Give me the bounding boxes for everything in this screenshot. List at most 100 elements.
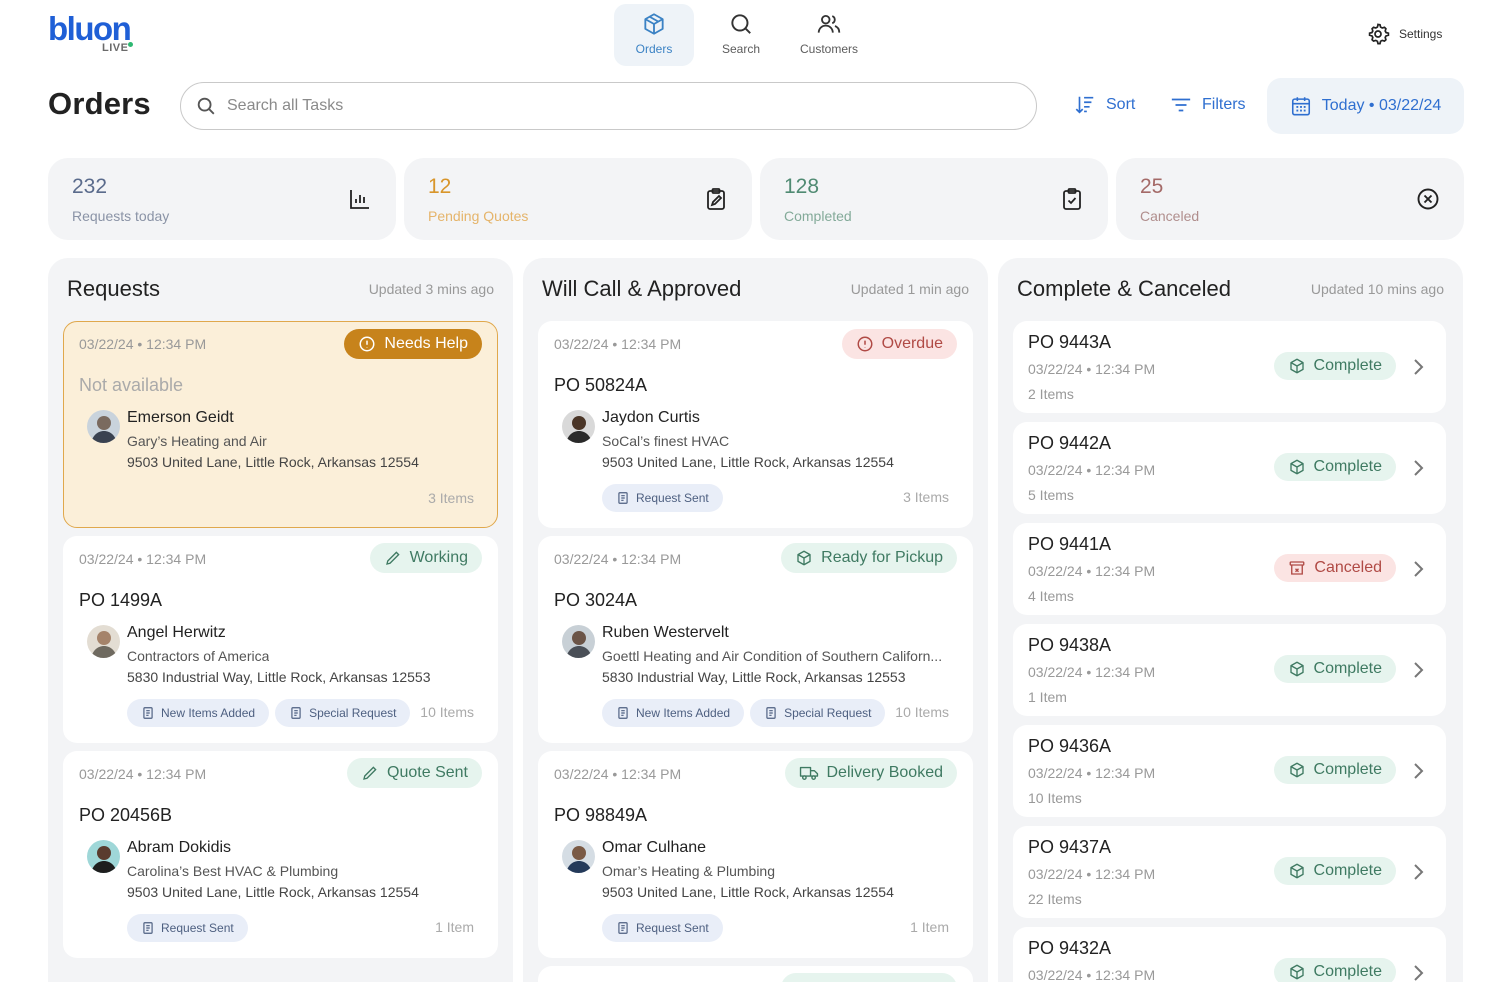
status-badge-overdue: Overdue: [841, 329, 957, 359]
clipboard-check-icon: [1063, 188, 1081, 210]
order-card[interactable]: 03/22/24 • 12:34 PM Ready for Pickup PO …: [538, 536, 973, 743]
request-card[interactable]: 03/22/24 • 12:34 PM Needs Help Not avail…: [63, 321, 498, 528]
status-badge-complete: Complete: [1273, 756, 1396, 784]
po-number: PO 9437A: [1028, 837, 1112, 857]
customer-address: 9503 United Lane, Little Rock, Arkansas …: [127, 454, 419, 470]
card-timestamp: 03/22/24 • 12:34 PM: [1028, 361, 1156, 377]
po-card[interactable]: PO 9443A 03/22/24 • 12:34 PM 2 Items Comple…: [1013, 321, 1446, 413]
avatar: [87, 625, 120, 658]
request-card[interactable]: 03/22/24 • 12:34 PM Quote Sent PO 20456B…: [63, 751, 498, 958]
stat-completed[interactable]: 128 Completed: [760, 158, 1108, 240]
item-count: 22 Items: [1028, 891, 1082, 907]
pencil-icon: [363, 766, 377, 780]
stat-label: Canceled: [1140, 208, 1200, 224]
card-timestamp: 03/22/24 • 12:34 PM: [79, 551, 207, 567]
po-number: PO 1499A: [79, 590, 163, 610]
settings-label: Settings: [1399, 27, 1443, 41]
stat-requests-today[interactable]: 232 Requests today: [48, 158, 396, 240]
nav-customers[interactable]: Customers: [789, 4, 869, 66]
card-timestamp: 03/22/24 • 12:34 PM: [1028, 866, 1156, 882]
package-icon: [1289, 863, 1304, 879]
item-count: 3 Items: [903, 489, 949, 505]
tag-label: Special Request: [309, 706, 397, 720]
order-card[interactable]: 03/22/24 • 12:34 PM Overdue PO 50824A Ja…: [538, 321, 973, 528]
badge-label: Needs Help: [384, 335, 468, 352]
package-icon: [1289, 762, 1304, 778]
po-card[interactable]: PO 9432A 03/22/24 • 12:34 PM Complete: [1013, 927, 1446, 982]
po-card[interactable]: PO 9438A 03/22/24 • 12:34 PM 1 Item Complet…: [1013, 624, 1446, 716]
nav-orders[interactable]: Orders: [614, 4, 694, 66]
customer-name: Angel Herwitz: [127, 624, 226, 641]
tag-label: New Items Added: [161, 706, 256, 720]
po-number: PO 3024A: [554, 590, 638, 610]
search-input[interactable]: [227, 97, 1007, 115]
stat-label: Completed: [784, 208, 852, 224]
logo-subtitle: LIVE: [102, 42, 129, 54]
status-badge-complete: Complete: [1273, 958, 1396, 982]
badge-label: Complete: [1313, 660, 1382, 677]
status-badge: [781, 973, 957, 982]
column-updated: Updated 10 mins ago: [1310, 281, 1444, 297]
column-title: Complete & Canceled: [1017, 276, 1232, 301]
nav-search[interactable]: Search: [701, 4, 781, 66]
chevron-right-icon[interactable]: [1410, 661, 1426, 679]
avatar: [562, 840, 595, 873]
page-title: Orders: [48, 86, 151, 121]
order-card-partial[interactable]: [538, 966, 973, 982]
card-timestamp: 03/22/24 • 12:34 PM: [79, 766, 207, 782]
chevron-right-icon[interactable]: [1410, 762, 1426, 780]
status-badge-complete: Complete: [1273, 352, 1396, 380]
box-icon: [644, 13, 664, 35]
document-icon: [143, 707, 153, 719]
status-badge-quote-sent: Quote Sent: [347, 758, 482, 788]
filters-label: Filters: [1202, 96, 1246, 113]
stat-pending-quotes[interactable]: 12 Pending Quotes: [404, 158, 752, 240]
stat-label: Requests today: [72, 208, 170, 224]
package-icon: [1289, 459, 1304, 475]
sort-button[interactable]: Sort: [1074, 94, 1135, 116]
chevron-right-icon[interactable]: [1410, 459, 1426, 477]
tag-chip: Request Sent: [602, 914, 723, 942]
item-count: 10 Items: [895, 704, 949, 720]
badge-label: Overdue: [881, 335, 943, 352]
filters-button[interactable]: Filters: [1170, 94, 1246, 116]
package-icon: [797, 550, 811, 566]
settings-button[interactable]: Settings: [1366, 22, 1442, 46]
card-timestamp: 03/22/24 • 12:34 PM: [1028, 967, 1156, 982]
item-count: 1 Item: [435, 919, 474, 935]
status-badge-complete: Complete: [1273, 655, 1396, 683]
card-timestamp: 03/22/24 • 12:34 PM: [1028, 765, 1156, 781]
alert-circle-icon: [857, 336, 873, 352]
po-card[interactable]: PO 9436A 03/22/24 • 12:34 PM 10 Items Compl…: [1013, 725, 1446, 817]
badge-label: Complete: [1313, 963, 1382, 980]
po-card[interactable]: PO 9437A 03/22/24 • 12:34 PM 22 Items Compl…: [1013, 826, 1446, 918]
tag-chip: New Items Added: [602, 699, 745, 727]
request-card[interactable]: 03/22/24 • 12:34 PM Working PO 1499A Ang…: [63, 536, 498, 743]
order-card[interactable]: 03/22/24 • 12:34 PM Delivery Booked PO 9…: [538, 751, 973, 958]
card-timestamp: 03/22/24 • 12:34 PM: [554, 336, 682, 352]
stat-value: 232: [72, 175, 108, 198]
chevron-right-icon[interactable]: [1410, 358, 1426, 376]
po-card[interactable]: PO 9442A 03/22/24 • 12:34 PM 5 Items Comple…: [1013, 422, 1446, 514]
badge-label: Delivery Booked: [826, 764, 944, 781]
customer-name: Abram Dokidis: [127, 839, 232, 856]
stat-canceled[interactable]: 25 Canceled: [1116, 158, 1464, 240]
chevron-right-icon[interactable]: [1410, 863, 1426, 881]
bluon-live-logo[interactable]: bluon LIVE: [48, 12, 138, 60]
po-card[interactable]: PO 9441A 03/22/24 • 12:34 PM 4 Items Cancel…: [1013, 523, 1446, 615]
customer-address: 9503 United Lane, Little Rock, Arkansas …: [602, 454, 894, 470]
po-number: Not available: [79, 375, 184, 395]
chevron-right-icon[interactable]: [1410, 560, 1426, 578]
date-picker-button[interactable]: Today • 03/22/24: [1267, 78, 1464, 134]
search-bar[interactable]: [180, 82, 1037, 130]
nav-label: Orders: [635, 42, 673, 56]
alert-circle-icon: [359, 336, 375, 352]
badge-label: Complete: [1313, 458, 1382, 475]
status-badge-complete: Complete: [1273, 453, 1396, 481]
chevron-right-icon[interactable]: [1410, 964, 1426, 982]
tag-label: New Items Added: [636, 706, 731, 720]
nav-label: Search: [721, 42, 761, 56]
po-number: PO 50824A: [554, 375, 648, 395]
badge-label: Complete: [1313, 357, 1382, 374]
item-count: 10 Items: [420, 704, 474, 720]
